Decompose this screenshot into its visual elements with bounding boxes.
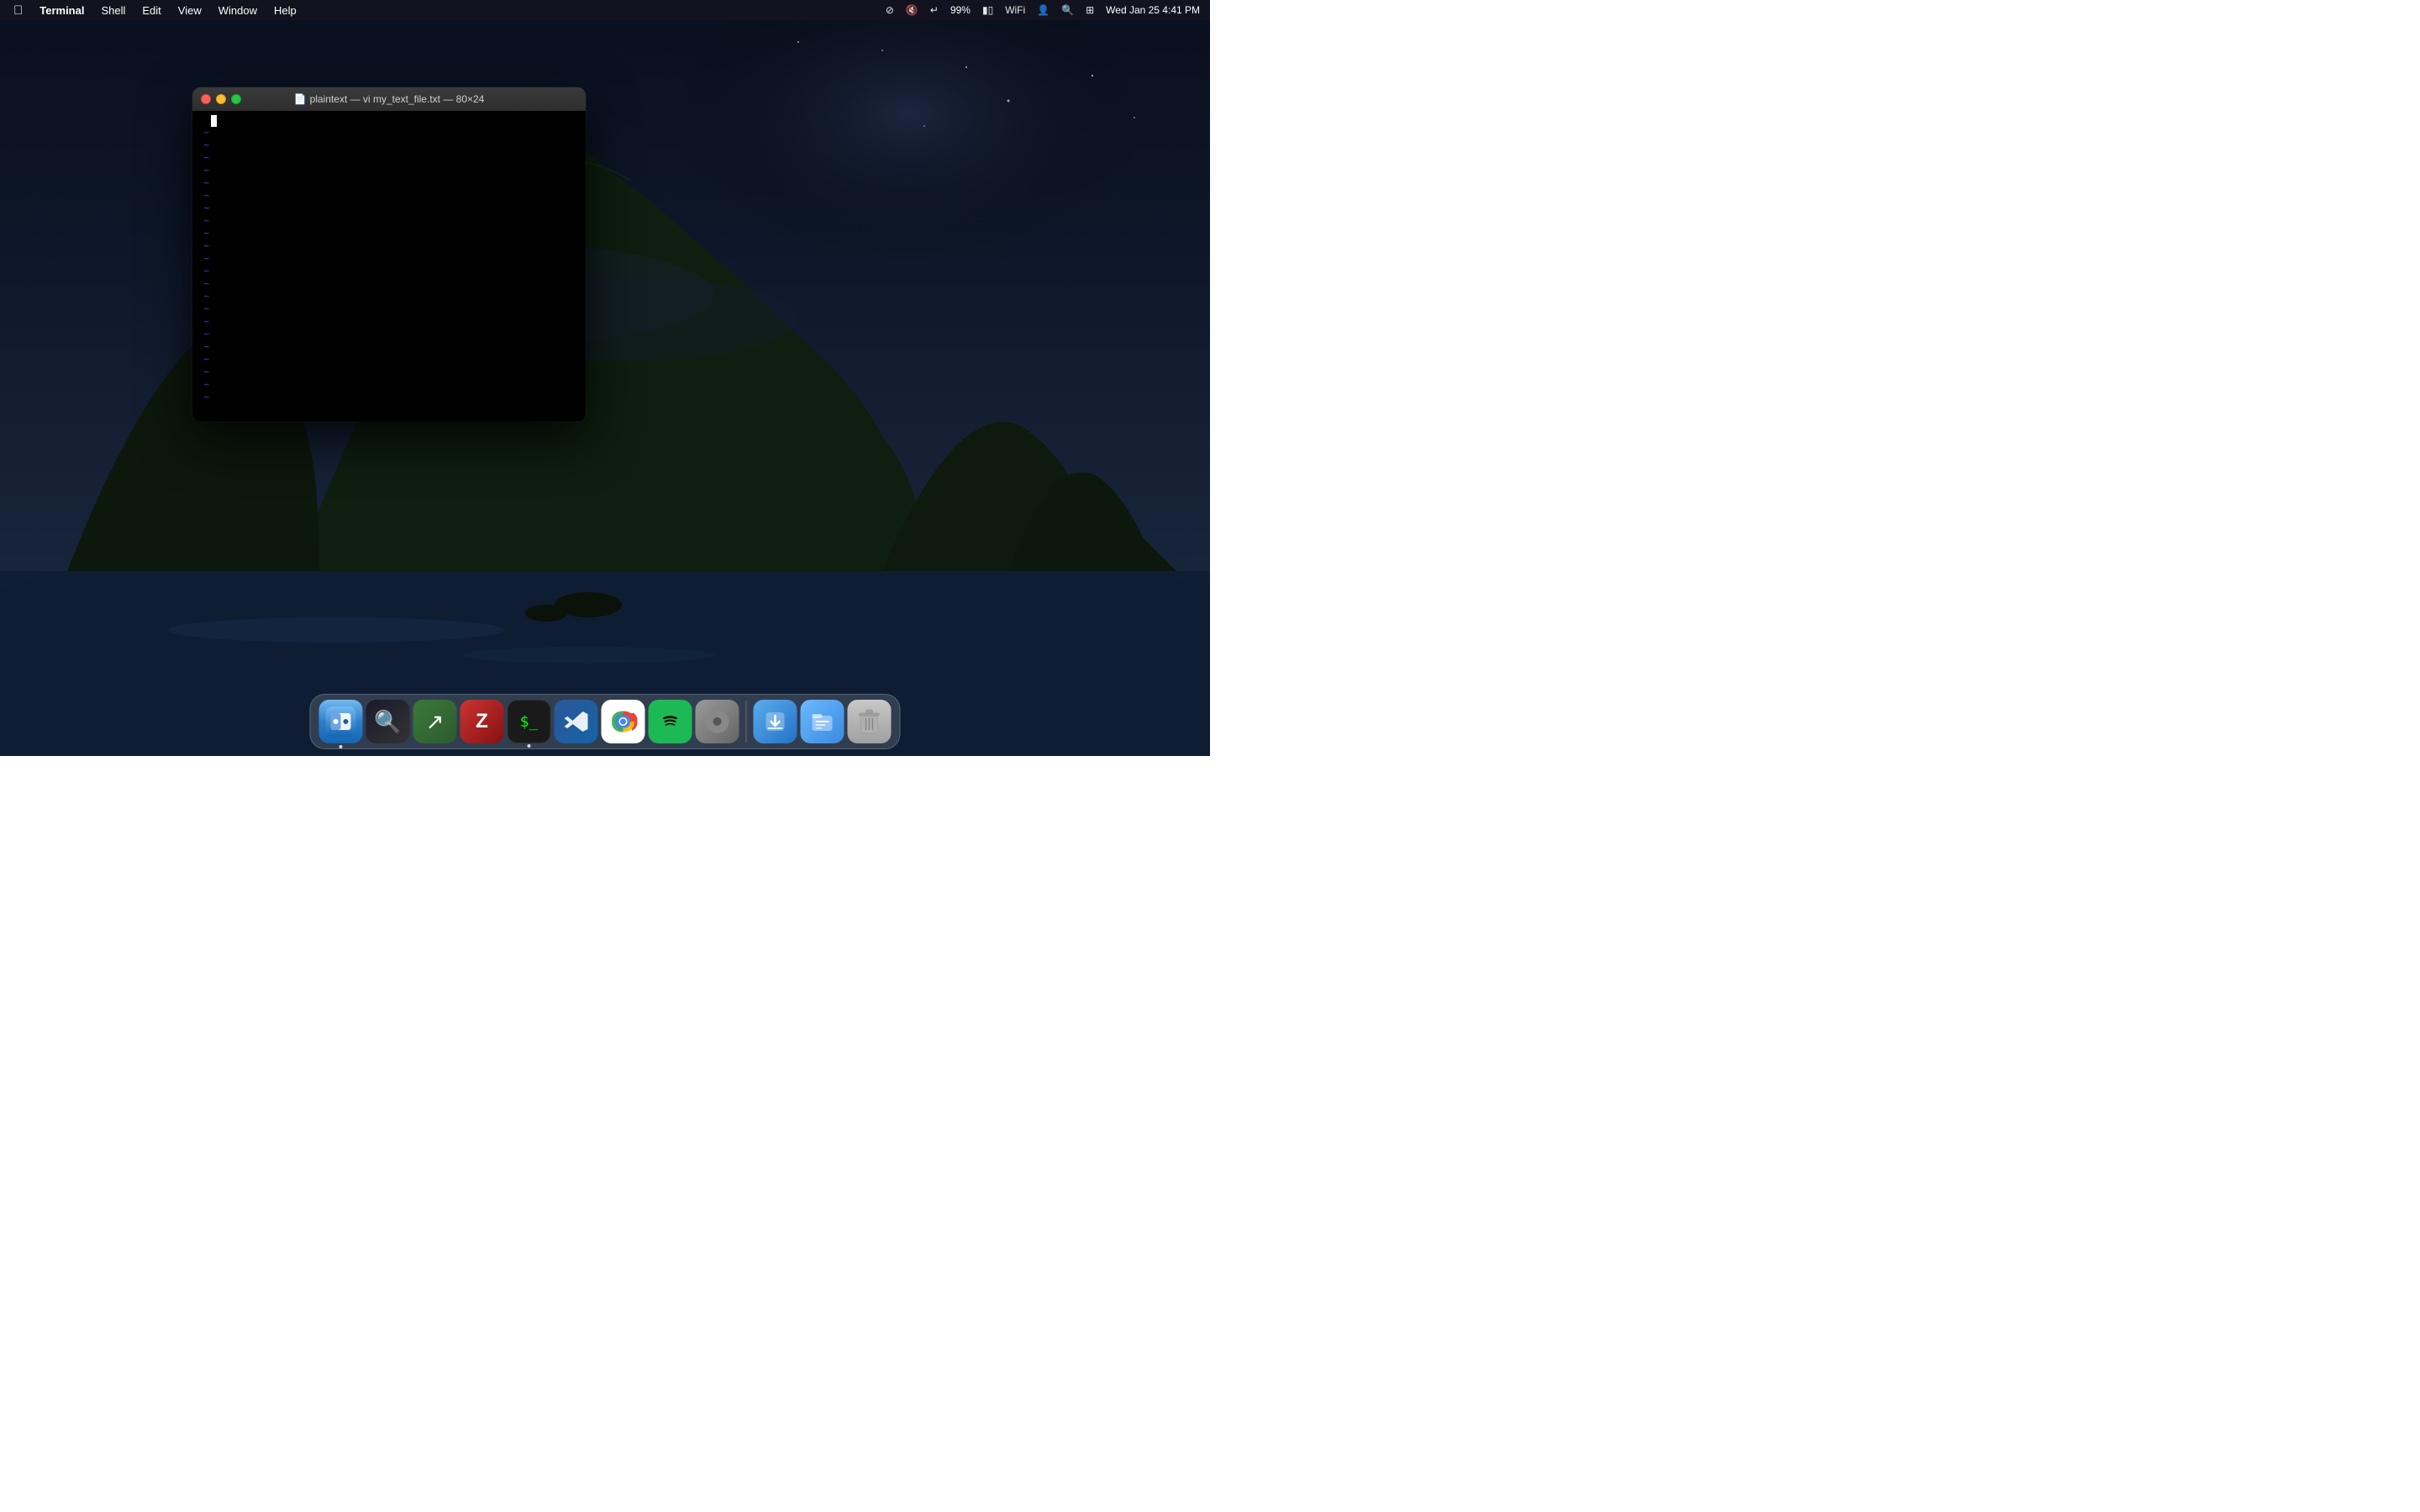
vi-gutter: ~ ~ ~ ~ ~ ~ ~ ~ ~ ~ ~ ~ ~ ~ ~ ~ ~ ~ ~ ~ [196, 114, 211, 418]
vi-cursor [211, 115, 217, 127]
vi-line-18: ~ [196, 328, 211, 341]
mute-icon[interactable]: 🔇 [902, 3, 922, 18]
dock-item-migrate[interactable]: ↗ [413, 700, 457, 743]
dock-item-vscode[interactable] [555, 700, 598, 743]
vi-line-2: ~ [196, 127, 211, 139]
menubar-right: ⊘ 🔇 ↵ 99% ▮▯ WiFi 👤 🔍 ⊞ Wed Jan 25 4:41 … [882, 3, 1203, 18]
menubar-window[interactable]: Window [212, 3, 264, 18]
vi-line-22: ~ [196, 379, 211, 391]
menubar-left:  Terminal Shell Edit View Window Help [7, 2, 303, 19]
terminal-body[interactable]: ~ ~ ~ ~ ~ ~ ~ ~ ~ ~ ~ ~ ~ ~ ~ ~ ~ ~ ~ ~ [192, 111, 586, 422]
menubar-edit[interactable]: Edit [135, 3, 167, 18]
dock-item-sysprefs[interactable] [696, 700, 739, 743]
dock-item-trash[interactable] [848, 700, 892, 743]
vi-line-12: ~ [196, 253, 211, 265]
maximize-button[interactable] [231, 94, 241, 104]
vi-line-6: ~ [196, 177, 211, 190]
apple-menu[interactable]:  [7, 2, 29, 19]
menubar-view[interactable]: View [171, 3, 208, 18]
terminal-titlebar: 📄 plaintext — vi my_text_file.txt — 80×2… [192, 87, 586, 111]
finder-indicator [339, 745, 343, 748]
dock-item-proxyman[interactable]: 🔍 [366, 700, 410, 743]
vi-line-1 [196, 114, 211, 127]
datetime[interactable]: Wed Jan 25 4:41 PM [1102, 3, 1203, 18]
wifi-icon[interactable]: WiFi [1002, 3, 1028, 18]
vi-line-17: ~ [196, 316, 211, 328]
vi-line-15: ~ [196, 291, 211, 303]
bluetooth-icon[interactable]: ↵ [927, 3, 942, 18]
battery-icon: ▮▯ [979, 3, 997, 18]
vi-line-19: ~ [196, 341, 211, 354]
terminal-window[interactable]: 📄 plaintext — vi my_text_file.txt — 80×2… [192, 87, 586, 422]
dock-item-finder[interactable] [319, 700, 363, 743]
menubar:  Terminal Shell Edit View Window Help ⊘… [0, 0, 1210, 20]
menubar-shell[interactable]: Shell [94, 3, 132, 18]
dock-item-downloads[interactable] [754, 700, 797, 743]
minimize-button[interactable] [216, 94, 226, 104]
dock-item-filebrowser[interactable] [801, 700, 844, 743]
battery-percentage[interactable]: 99% [947, 3, 974, 18]
search-icon[interactable]: 🔍 [1058, 3, 1077, 18]
dock-item-spotify[interactable] [649, 700, 692, 743]
dock-item-terminal[interactable]: $_ [508, 700, 551, 743]
dock-item-zotero[interactable]: Z [460, 700, 504, 743]
vi-line-7: ~ [196, 190, 211, 202]
vi-line-5: ~ [196, 165, 211, 177]
vi-line-14: ~ [196, 278, 211, 291]
dock: 🔍 ↗ Z $_ [310, 694, 901, 749]
vi-line-11: ~ [196, 240, 211, 253]
vi-editor[interactable]: ~ ~ ~ ~ ~ ~ ~ ~ ~ ~ ~ ~ ~ ~ ~ ~ ~ ~ ~ ~ [196, 114, 582, 418]
dock-divider [746, 701, 747, 743]
vi-line-3: ~ [196, 139, 211, 152]
controlcenter-icon[interactable]: ⊞ [1082, 3, 1097, 18]
vi-line-8: ~ [196, 202, 211, 215]
vi-line-21: ~ [196, 366, 211, 379]
desktop [0, 0, 1210, 756]
vi-line-16: ~ [196, 303, 211, 316]
user-icon[interactable]: 👤 [1034, 3, 1053, 18]
screen-recording-icon[interactable]: ⊘ [882, 3, 897, 18]
vi-line-4: ~ [196, 152, 211, 165]
menubar-app-name[interactable]: Terminal [33, 3, 91, 18]
terminal-icon: 📄 [294, 93, 307, 105]
menubar-help[interactable]: Help [267, 3, 303, 18]
vi-line-10: ~ [196, 228, 211, 240]
terminal-title: 📄 plaintext — vi my_text_file.txt — 80×2… [294, 93, 485, 105]
close-button[interactable] [201, 94, 211, 104]
vi-line-9: ~ [196, 215, 211, 228]
vi-line-20: ~ [196, 354, 211, 366]
vi-line-23: ~ [196, 391, 211, 404]
vi-main-area[interactable] [211, 114, 582, 418]
terminal-indicator [528, 744, 531, 748]
dock-item-chrome[interactable] [602, 700, 645, 743]
vi-line-13: ~ [196, 265, 211, 278]
